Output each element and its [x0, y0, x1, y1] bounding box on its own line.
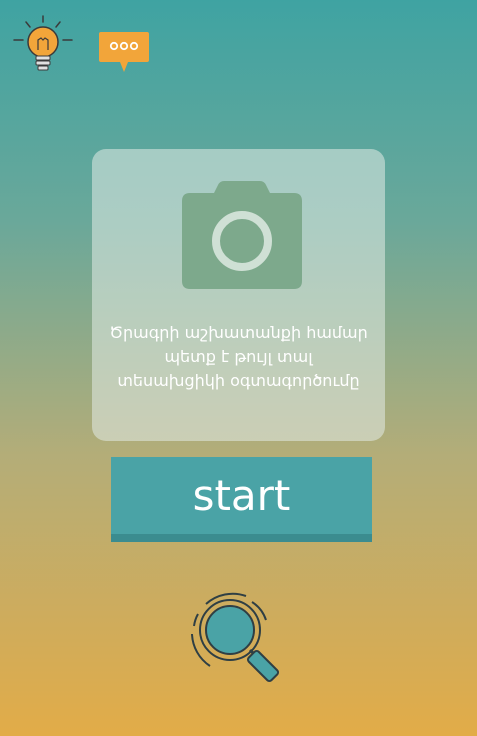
camera-permission-card: Ծրագրի աշխատանքի համար պետք է թույլ տալ …	[92, 149, 385, 441]
camera-icon[interactable]	[180, 179, 304, 291]
chat-bubble-icon[interactable]	[98, 30, 150, 74]
start-button[interactable]: start	[111, 457, 372, 542]
lightbulb-icon[interactable]	[10, 14, 76, 76]
camera-permission-message: Ծրագրի աշխատանքի համար պետք է թույլ տալ …	[109, 323, 368, 390]
magnifier-icon[interactable]	[186, 590, 290, 686]
